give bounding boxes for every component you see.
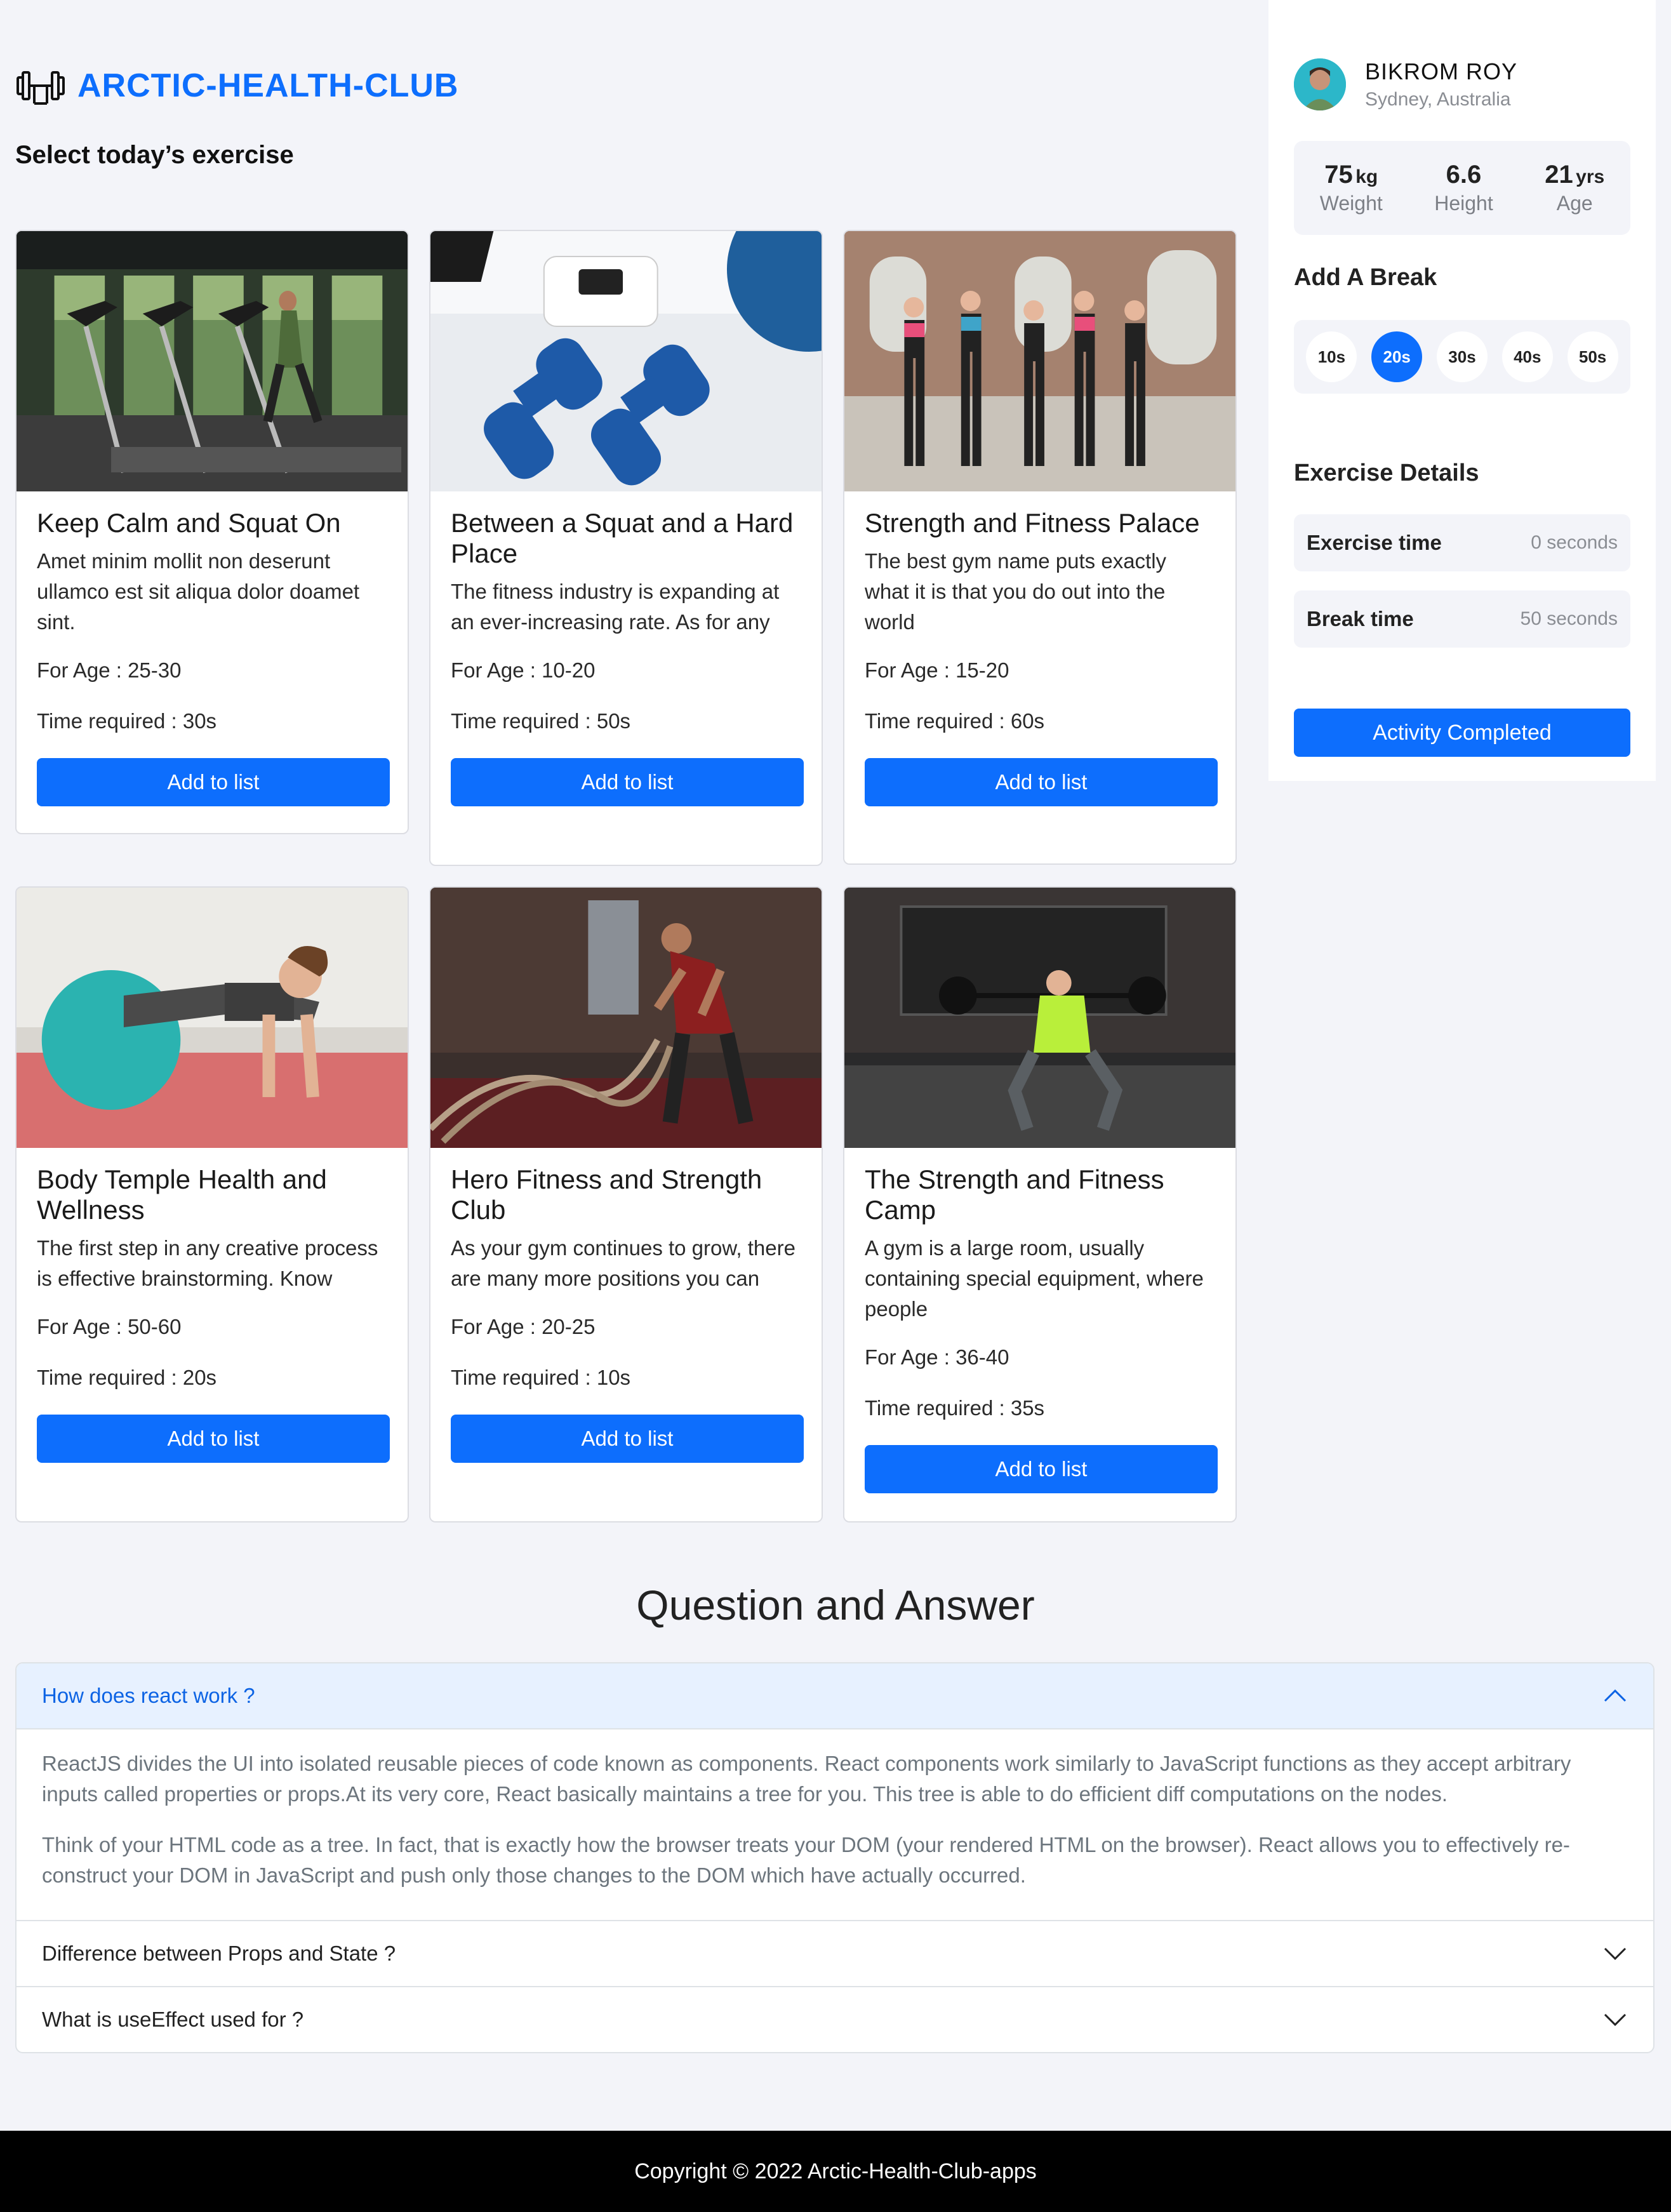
exercise-time: Time required : 10s [451, 1366, 631, 1389]
dumbbell-icon [17, 71, 65, 105]
exercise-description: As your gym continues to grow, there are… [451, 1236, 796, 1290]
exercise-details-title: Exercise Details [1294, 460, 1479, 486]
add-to-list-button[interactable]: Add to list [451, 758, 804, 806]
exercise-time: Time required : 35s [865, 1396, 1045, 1420]
question-text: How does react work ? [42, 1684, 255, 1707]
exercise-title: Strength and Fitness Palace [865, 508, 1200, 538]
question-text: What is useEffect used for ? [42, 2008, 304, 2031]
accordion-header-props-state[interactable]: Difference between Props and State ? [17, 1920, 1653, 1986]
exercise-photo-dumbbells [430, 231, 822, 491]
break-time-row: Break time 50 seconds [1294, 590, 1630, 648]
exercise-age: For Age : 10-20 [451, 658, 596, 682]
exercise-age: For Age : 25-30 [37, 658, 182, 682]
break-title: Add A Break [1294, 264, 1437, 291]
exercise-card: Body Temple Health and Wellness The firs… [15, 886, 409, 1522]
stat-value: 75 [1324, 161, 1353, 189]
qa-title: Question and Answer [636, 1582, 1035, 1629]
question-text: Difference between Props and State ? [42, 1942, 396, 1965]
exercise-description: A gym is a large room, usually containin… [865, 1236, 1204, 1321]
brand[interactable]: ARCTIC-HEALTH-CLUB [15, 63, 459, 108]
exercise-time: Time required : 50s [451, 709, 631, 733]
add-to-list-button[interactable]: Add to list [865, 1445, 1218, 1493]
user-name: BIKROM ROY [1365, 58, 1518, 84]
exercise-description: The fitness industry is expanding at an … [451, 580, 780, 634]
sidebar: BIKROM ROY Sydney, Australia 75 kg Weigh… [1268, 0, 1656, 781]
break-option-30s[interactable]: 30s [1436, 331, 1488, 382]
exercise-photo-group-class [844, 231, 1235, 491]
footer: Copyright © 2022 Arctic-Health-Club-apps [0, 2131, 1671, 2212]
answer-paragraph: Think of your HTML code as a tree. In fa… [42, 1833, 1570, 1887]
exercise-title: The Strength and Fitness Camp [865, 1164, 1164, 1225]
exercise-card: Hero Fitness and Strength Club As your g… [429, 886, 823, 1522]
weight-stat: 75 kg Weight [1320, 161, 1383, 215]
stat-label: Weight [1319, 192, 1383, 215]
accordion-body-react: ReactJS divides the UI into isolated reu… [17, 1729, 1653, 1920]
exercise-title: Keep Calm and Squat On [37, 508, 341, 538]
chevron-down-icon [1604, 2013, 1627, 2027]
stat-label: Age [1556, 192, 1593, 215]
exercise-time-label: Exercise time [1307, 531, 1442, 554]
brand-name: ARCTIC-HEALTH-CLUB [77, 67, 459, 104]
accordion-header-useeffect[interactable]: What is useEffect used for ? [17, 1986, 1653, 2052]
exercise-title: Body Temple Health and Wellness [37, 1164, 327, 1225]
exercise-age: For Age : 15-20 [865, 658, 1009, 682]
exercise-card: Keep Calm and Squat On Amet minim mollit… [15, 230, 409, 834]
exercise-card: Between a Squat and a Hard Place The fit… [429, 230, 823, 866]
exercise-title: Between a Squat and a Hard Place [451, 508, 794, 568]
exercise-time: Time required : 20s [37, 1366, 217, 1389]
exercise-age: For Age : 36-40 [865, 1345, 1009, 1369]
answer-paragraph: ReactJS divides the UI into isolated reu… [42, 1752, 1571, 1806]
exercise-age: For Age : 50-60 [37, 1315, 182, 1338]
break-time-label: Break time [1307, 607, 1414, 630]
exercise-photo-treadmill [17, 231, 408, 491]
exercise-time: Time required : 60s [865, 709, 1045, 733]
user-location: Sydney, Australia [1365, 89, 1511, 110]
add-to-list-button[interactable]: Add to list [37, 758, 390, 806]
break-options: 10s 20s 30s 40s 50s [1294, 320, 1630, 394]
chevron-up-icon [1604, 1689, 1627, 1702]
copyright-text: Copyright © 2022 Arctic-Health-Club-apps [634, 2159, 1037, 2183]
section-title: Select today’s exercise [15, 141, 294, 169]
stat-unit: kg [1355, 166, 1378, 187]
exercise-photo-battle-ropes [430, 888, 822, 1148]
break-option-40s[interactable]: 40s [1501, 331, 1553, 382]
user-stats: 75 kg Weight 6.6 Height 21 yrs Age [1294, 141, 1630, 235]
exercise-photo-squat [844, 888, 1235, 1148]
accordion-header-react[interactable]: How does react work ? [17, 1663, 1653, 1729]
qa-accordion: How does react work ? ReactJS divides th… [15, 1662, 1654, 2053]
exercise-description: Amet minim mollit non deserunt ullamco e… [37, 549, 360, 634]
break-option-10s[interactable]: 10s [1306, 331, 1357, 382]
age-stat: 21 yrs Age [1545, 161, 1604, 215]
avatar[interactable] [1294, 58, 1346, 110]
break-option-50s[interactable]: 50s [1567, 331, 1618, 382]
exercise-age: For Age : 20-25 [451, 1315, 596, 1338]
stat-value: 6.6 [1446, 161, 1482, 189]
break-time-value: 50 seconds [1520, 608, 1618, 629]
exercise-time-row: Exercise time 0 seconds [1294, 514, 1630, 571]
user-profile: BIKROM ROY Sydney, Australia [1294, 58, 1517, 110]
add-to-list-button[interactable]: Add to list [865, 758, 1218, 806]
stat-unit: yrs [1576, 166, 1605, 187]
activity-completed-button[interactable]: Activity Completed [1294, 709, 1630, 757]
exercise-card: The Strength and Fitness Camp A gym is a… [843, 886, 1237, 1522]
break-option-20s[interactable]: 20s [1371, 331, 1423, 382]
add-to-list-button[interactable]: Add to list [37, 1415, 390, 1463]
exercise-title: Hero Fitness and Strength Club [451, 1164, 762, 1225]
stat-label: Height [1434, 192, 1493, 215]
exercise-description: The best gym name puts exactly what it i… [865, 549, 1167, 634]
add-to-list-button[interactable]: Add to list [451, 1415, 804, 1463]
exercise-description: The first step in any creative process i… [37, 1236, 378, 1290]
exercise-time: Time required : 30s [37, 709, 217, 733]
exercise-card: Strength and Fitness Palace The best gym… [843, 230, 1237, 865]
exercise-time-value: 0 seconds [1531, 532, 1618, 553]
exercise-photo-yoga-ball [17, 888, 408, 1148]
chevron-down-icon [1604, 1947, 1627, 1961]
height-stat: 6.6 Height [1434, 161, 1493, 215]
stat-value: 21 [1545, 161, 1573, 189]
